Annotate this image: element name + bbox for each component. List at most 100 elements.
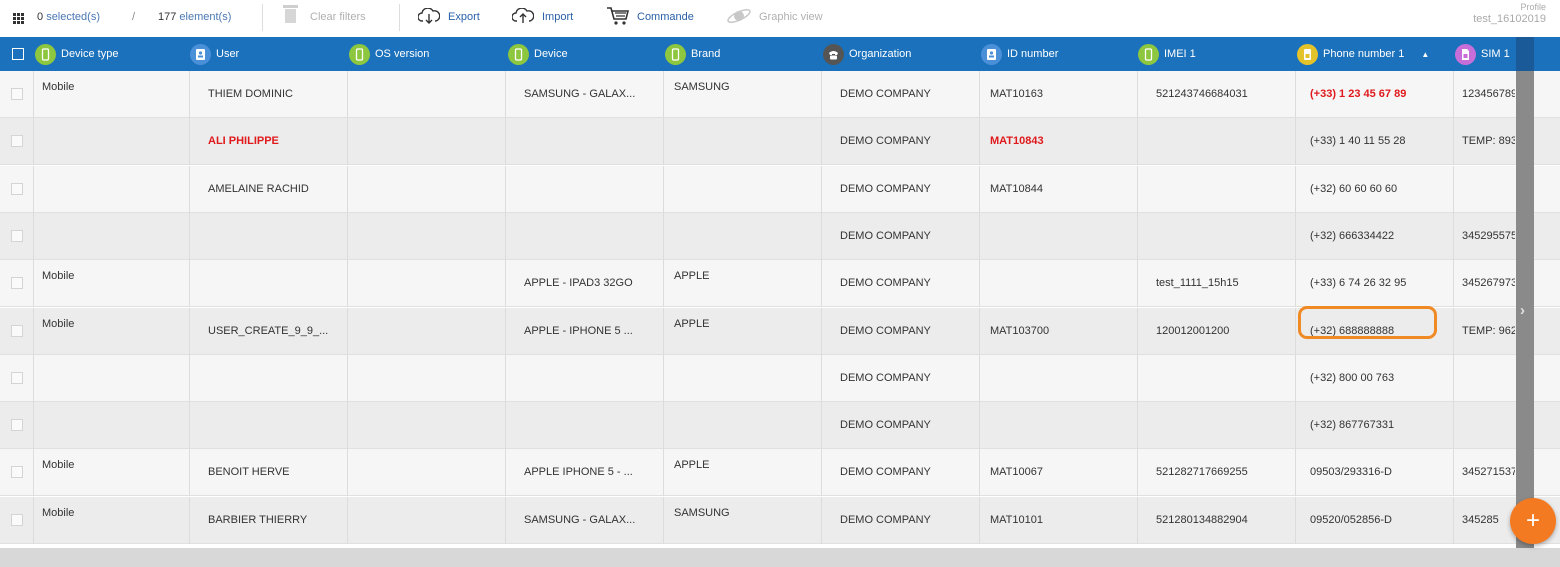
mobile-icon xyxy=(1138,43,1159,65)
cell-imei xyxy=(1137,165,1295,213)
cell-os xyxy=(347,165,505,213)
cell-text: DEMO COMPANY xyxy=(840,324,931,337)
cell-text: 120012001200 xyxy=(1156,324,1230,337)
cell-text: 3452955758 xyxy=(1462,229,1515,242)
column-header-imei-1[interactable]: IMEI 1 xyxy=(1138,37,1196,71)
table-row[interactable]: DEMO COMPANY (+32) 666334422 3452955758 xyxy=(0,212,1560,260)
column-header-label: Phone number 1 xyxy=(1323,48,1405,60)
cell-device: APPLE - IPAD3 32GO xyxy=(505,260,663,308)
cell-phone: (+33) 1 40 11 55 28 xyxy=(1295,118,1453,166)
cell-text: 1234567894 xyxy=(1462,88,1515,100)
cell-imei xyxy=(1137,354,1295,402)
cell-id: MAT10101 xyxy=(979,496,1137,544)
cell-device-type: Mobile xyxy=(33,260,189,308)
cell-text: (+33) 1 23 45 67 89 xyxy=(1310,88,1407,100)
cell-text: 3452715376 xyxy=(1462,466,1515,479)
add-button[interactable]: + xyxy=(1510,498,1556,544)
cell-text: MAT10163 xyxy=(990,88,1043,100)
table-row[interactable]: DEMO COMPANY (+32) 867767331 xyxy=(0,402,1560,450)
column-header-label: SIM 1 xyxy=(1481,48,1510,60)
row-checkbox[interactable] xyxy=(11,371,23,384)
expand-panel-icon[interactable]: › xyxy=(1520,302,1525,319)
column-header-device[interactable]: Device xyxy=(508,37,568,71)
cell-org: DEMO COMPANY xyxy=(821,402,979,450)
table-row[interactable]: Mobile THIEM DOMINIC SAMSUNG - GALAX... SAM… xyxy=(0,71,1560,118)
cart-icon[interactable] xyxy=(606,6,630,26)
row-checkbox[interactable] xyxy=(11,229,23,242)
cell-text: 09503/293316-D xyxy=(1310,466,1392,479)
cell-text: SAMSUNG xyxy=(674,506,730,519)
row-checkbox[interactable] xyxy=(11,466,23,479)
cell-org: DEMO COMPANY xyxy=(821,496,979,544)
export-button[interactable]: Export xyxy=(448,11,480,23)
cell-id: MAT10844 xyxy=(979,165,1137,213)
cell-brand xyxy=(663,212,821,260)
profile-value[interactable]: test_16102019 xyxy=(1473,13,1546,25)
cloud-upload-icon[interactable] xyxy=(512,8,534,24)
column-header-device-type[interactable]: Device type xyxy=(35,37,118,71)
sort-ascending-icon[interactable]: ▲ xyxy=(1421,50,1429,59)
table-row[interactable]: DEMO COMPANY (+32) 800 00 763 xyxy=(0,354,1560,402)
row-checkbox[interactable] xyxy=(11,182,23,195)
cell-org: DEMO COMPANY xyxy=(821,354,979,402)
row-checkbox[interactable] xyxy=(11,135,23,148)
cell-device: SAMSUNG - GALAX... xyxy=(505,71,663,118)
column-header-organization[interactable]: Organization xyxy=(823,37,911,71)
table-row[interactable]: Mobile BENOIT HERVE APPLE IPHONE 5 - ... AP… xyxy=(0,449,1560,497)
cloud-download-icon[interactable] xyxy=(418,8,440,24)
cell-text: Mobile xyxy=(42,81,75,93)
table-row[interactable]: Mobile BARBIER THIERRY SAMSUNG - GALAX... S… xyxy=(0,496,1560,544)
mobile-icon xyxy=(35,43,56,65)
row-checkbox[interactable] xyxy=(11,88,23,100)
cell-os xyxy=(347,260,505,308)
commande-button[interactable]: Commande xyxy=(637,11,694,23)
cell-user: AMELAINE RACHID xyxy=(189,165,347,213)
cell-device xyxy=(505,354,663,402)
column-header-sim-1[interactable]: SIM 1 xyxy=(1455,37,1510,71)
cell-device: APPLE - IPHONE 5 ... xyxy=(505,307,663,355)
row-checkbox[interactable] xyxy=(11,324,23,337)
cell-text: BARBIER THIERRY xyxy=(208,513,308,526)
cell-brand: APPLE xyxy=(663,260,821,308)
grid-menu-icon[interactable] xyxy=(13,13,24,24)
horizontal-scrollbar[interactable] xyxy=(0,548,1560,567)
cell-os xyxy=(347,402,505,450)
column-header-user[interactable]: User xyxy=(190,37,239,71)
row-checkbox[interactable] xyxy=(11,513,23,526)
clear-filters-button[interactable]: Clear filters xyxy=(310,11,366,23)
cell-text: USER_CREATE_9_9_... xyxy=(208,324,329,337)
row-checkbox[interactable] xyxy=(11,277,23,290)
cell-phone: 09503/293316-D xyxy=(1295,449,1453,497)
table-row[interactable]: ALI PHILIPPE DEMO COMPANY MAT10843 (+33) 1 … xyxy=(0,118,1560,166)
column-header-id-number[interactable]: ID number xyxy=(981,37,1058,71)
toolbar-divider xyxy=(399,4,400,31)
cell-text: DEMO COMPANY xyxy=(840,419,931,432)
table-row[interactable]: Mobile USER_CREATE_9_9_... APPLE - IPHONE … xyxy=(0,307,1560,355)
cell-text: 521243746684031 xyxy=(1156,88,1248,100)
side-panel-strip[interactable] xyxy=(1516,37,1534,567)
cell-phone: (+32) 666334422 xyxy=(1295,212,1453,260)
cell-phone: (+32) 800 00 763 xyxy=(1295,354,1453,402)
cell-brand: APPLE xyxy=(663,449,821,497)
mobile-icon xyxy=(508,43,529,65)
cell-text: 521282717669255 xyxy=(1156,466,1248,479)
table-row[interactable]: AMELAINE RACHID DEMO COMPANY MAT10844 (+32)… xyxy=(0,165,1560,213)
column-header-brand[interactable]: Brand xyxy=(665,37,720,71)
cell-text: APPLE IPHONE 5 - ... xyxy=(524,466,633,479)
column-header-phone-number-1[interactable]: Phone number 1 ▲ xyxy=(1297,37,1429,71)
cell-org: DEMO COMPANY xyxy=(821,449,979,497)
cell-phone: (+33) 6 74 26 32 95 xyxy=(1295,260,1453,308)
element-count: 177 element(s) xyxy=(158,11,232,23)
cell-device-type xyxy=(33,118,189,166)
cell-text: MAT10067 xyxy=(990,466,1043,479)
cell-user: BENOIT HERVE xyxy=(189,449,347,497)
cell-device: APPLE IPHONE 5 - ... xyxy=(505,449,663,497)
column-header-label: Brand xyxy=(691,48,721,60)
row-checkbox[interactable] xyxy=(11,419,23,432)
table-row[interactable]: Mobile APPLE - IPAD3 32GO APPLE DEMO COMPAN… xyxy=(0,260,1560,308)
cell-text: AMELAINE RACHID xyxy=(208,182,309,195)
select-all-checkbox[interactable] xyxy=(12,48,24,60)
import-button[interactable]: Import xyxy=(542,11,573,23)
column-header-os-version[interactable]: OS version xyxy=(349,37,429,71)
cell-text: Mobile xyxy=(42,506,75,519)
